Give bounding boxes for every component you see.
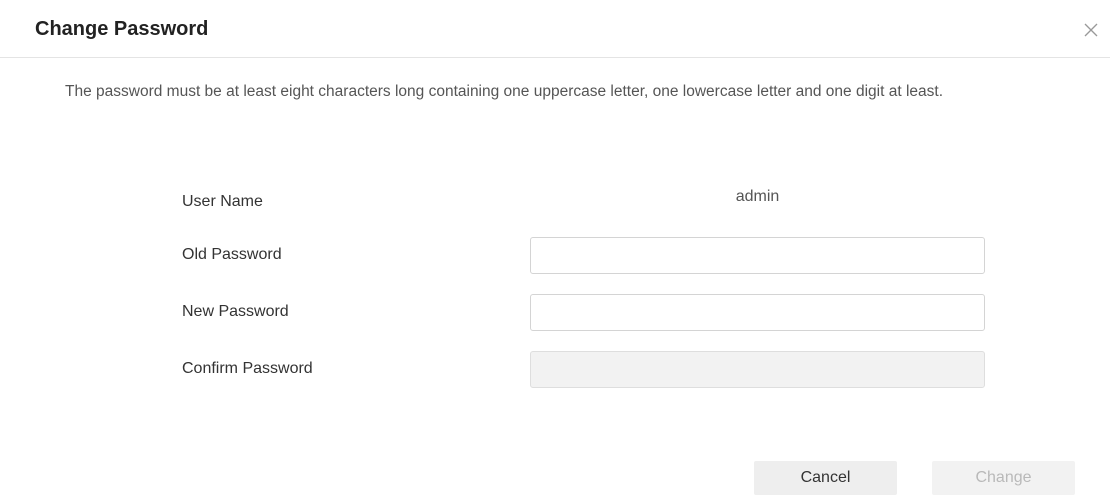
change-password-dialog: Change Password The password must be at … xyxy=(0,0,1110,495)
old-password-input[interactable] xyxy=(530,237,985,274)
password-requirements-notice: The password must be at least eight char… xyxy=(65,83,943,100)
username-value: admin xyxy=(735,188,780,205)
change-button[interactable]: Change xyxy=(932,461,1075,495)
close-button[interactable] xyxy=(1081,20,1101,40)
confirm-password-input[interactable] xyxy=(530,351,985,388)
old-password-label: Old Password xyxy=(182,246,282,263)
new-password-input[interactable] xyxy=(530,294,985,331)
new-password-label: New Password xyxy=(182,303,289,320)
dialog-header: Change Password xyxy=(0,0,1110,58)
confirm-password-label: Confirm Password xyxy=(182,360,313,377)
dialog-title: Change Password xyxy=(35,18,209,40)
cancel-button[interactable]: Cancel xyxy=(754,461,897,495)
username-label: User Name xyxy=(182,193,263,210)
close-icon xyxy=(1084,23,1098,37)
